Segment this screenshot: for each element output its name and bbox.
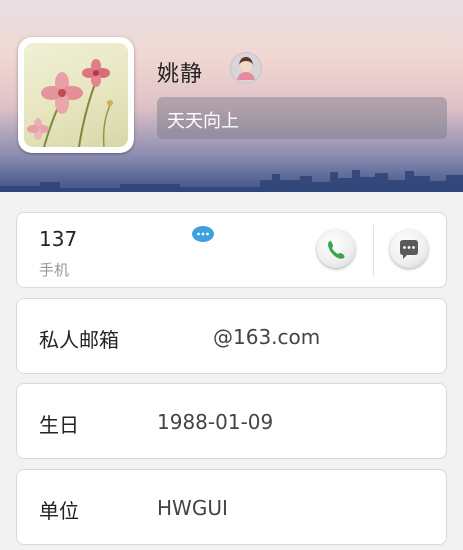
organization-label: 单位 <box>39 499 79 523</box>
avatar-flower-photo <box>24 43 128 147</box>
email-value: @163.com <box>213 325 321 349</box>
organization-card[interactable]: 单位 HWGUI <box>16 469 447 545</box>
call-button[interactable] <box>317 230 355 268</box>
message-button[interactable] <box>390 230 428 268</box>
birthday-label: 生日 <box>39 413 79 437</box>
phone-handset-icon <box>328 240 345 259</box>
signature-box[interactable]: 天天向上 <box>157 97 447 139</box>
birthday-card[interactable]: 生日 1988-01-09 <box>16 383 447 459</box>
profile-header: 姚静 天天向上 <box>0 0 463 192</box>
phone-type-label: 手机 <box>39 261 70 279</box>
signature-text: 天天向上 <box>167 111 239 132</box>
avatar[interactable] <box>18 37 134 153</box>
phone-card[interactable]: 137 手机 <box>16 212 447 288</box>
button-divider <box>373 225 374 277</box>
contact-name: 姚静 <box>157 62 204 87</box>
organization-value: HWGUI <box>157 496 228 520</box>
female-avatar-icon <box>230 52 262 84</box>
email-label: 私人邮箱 <box>39 328 119 352</box>
birthday-value: 1988-01-09 <box>157 410 274 434</box>
city-skyline-decoration <box>0 170 463 192</box>
phone-number: 137 <box>39 227 78 251</box>
message-bubble-icon <box>400 240 418 259</box>
speech-bubble-icon[interactable] <box>191 226 215 244</box>
email-card[interactable]: 私人邮箱 @163.com <box>16 298 447 374</box>
